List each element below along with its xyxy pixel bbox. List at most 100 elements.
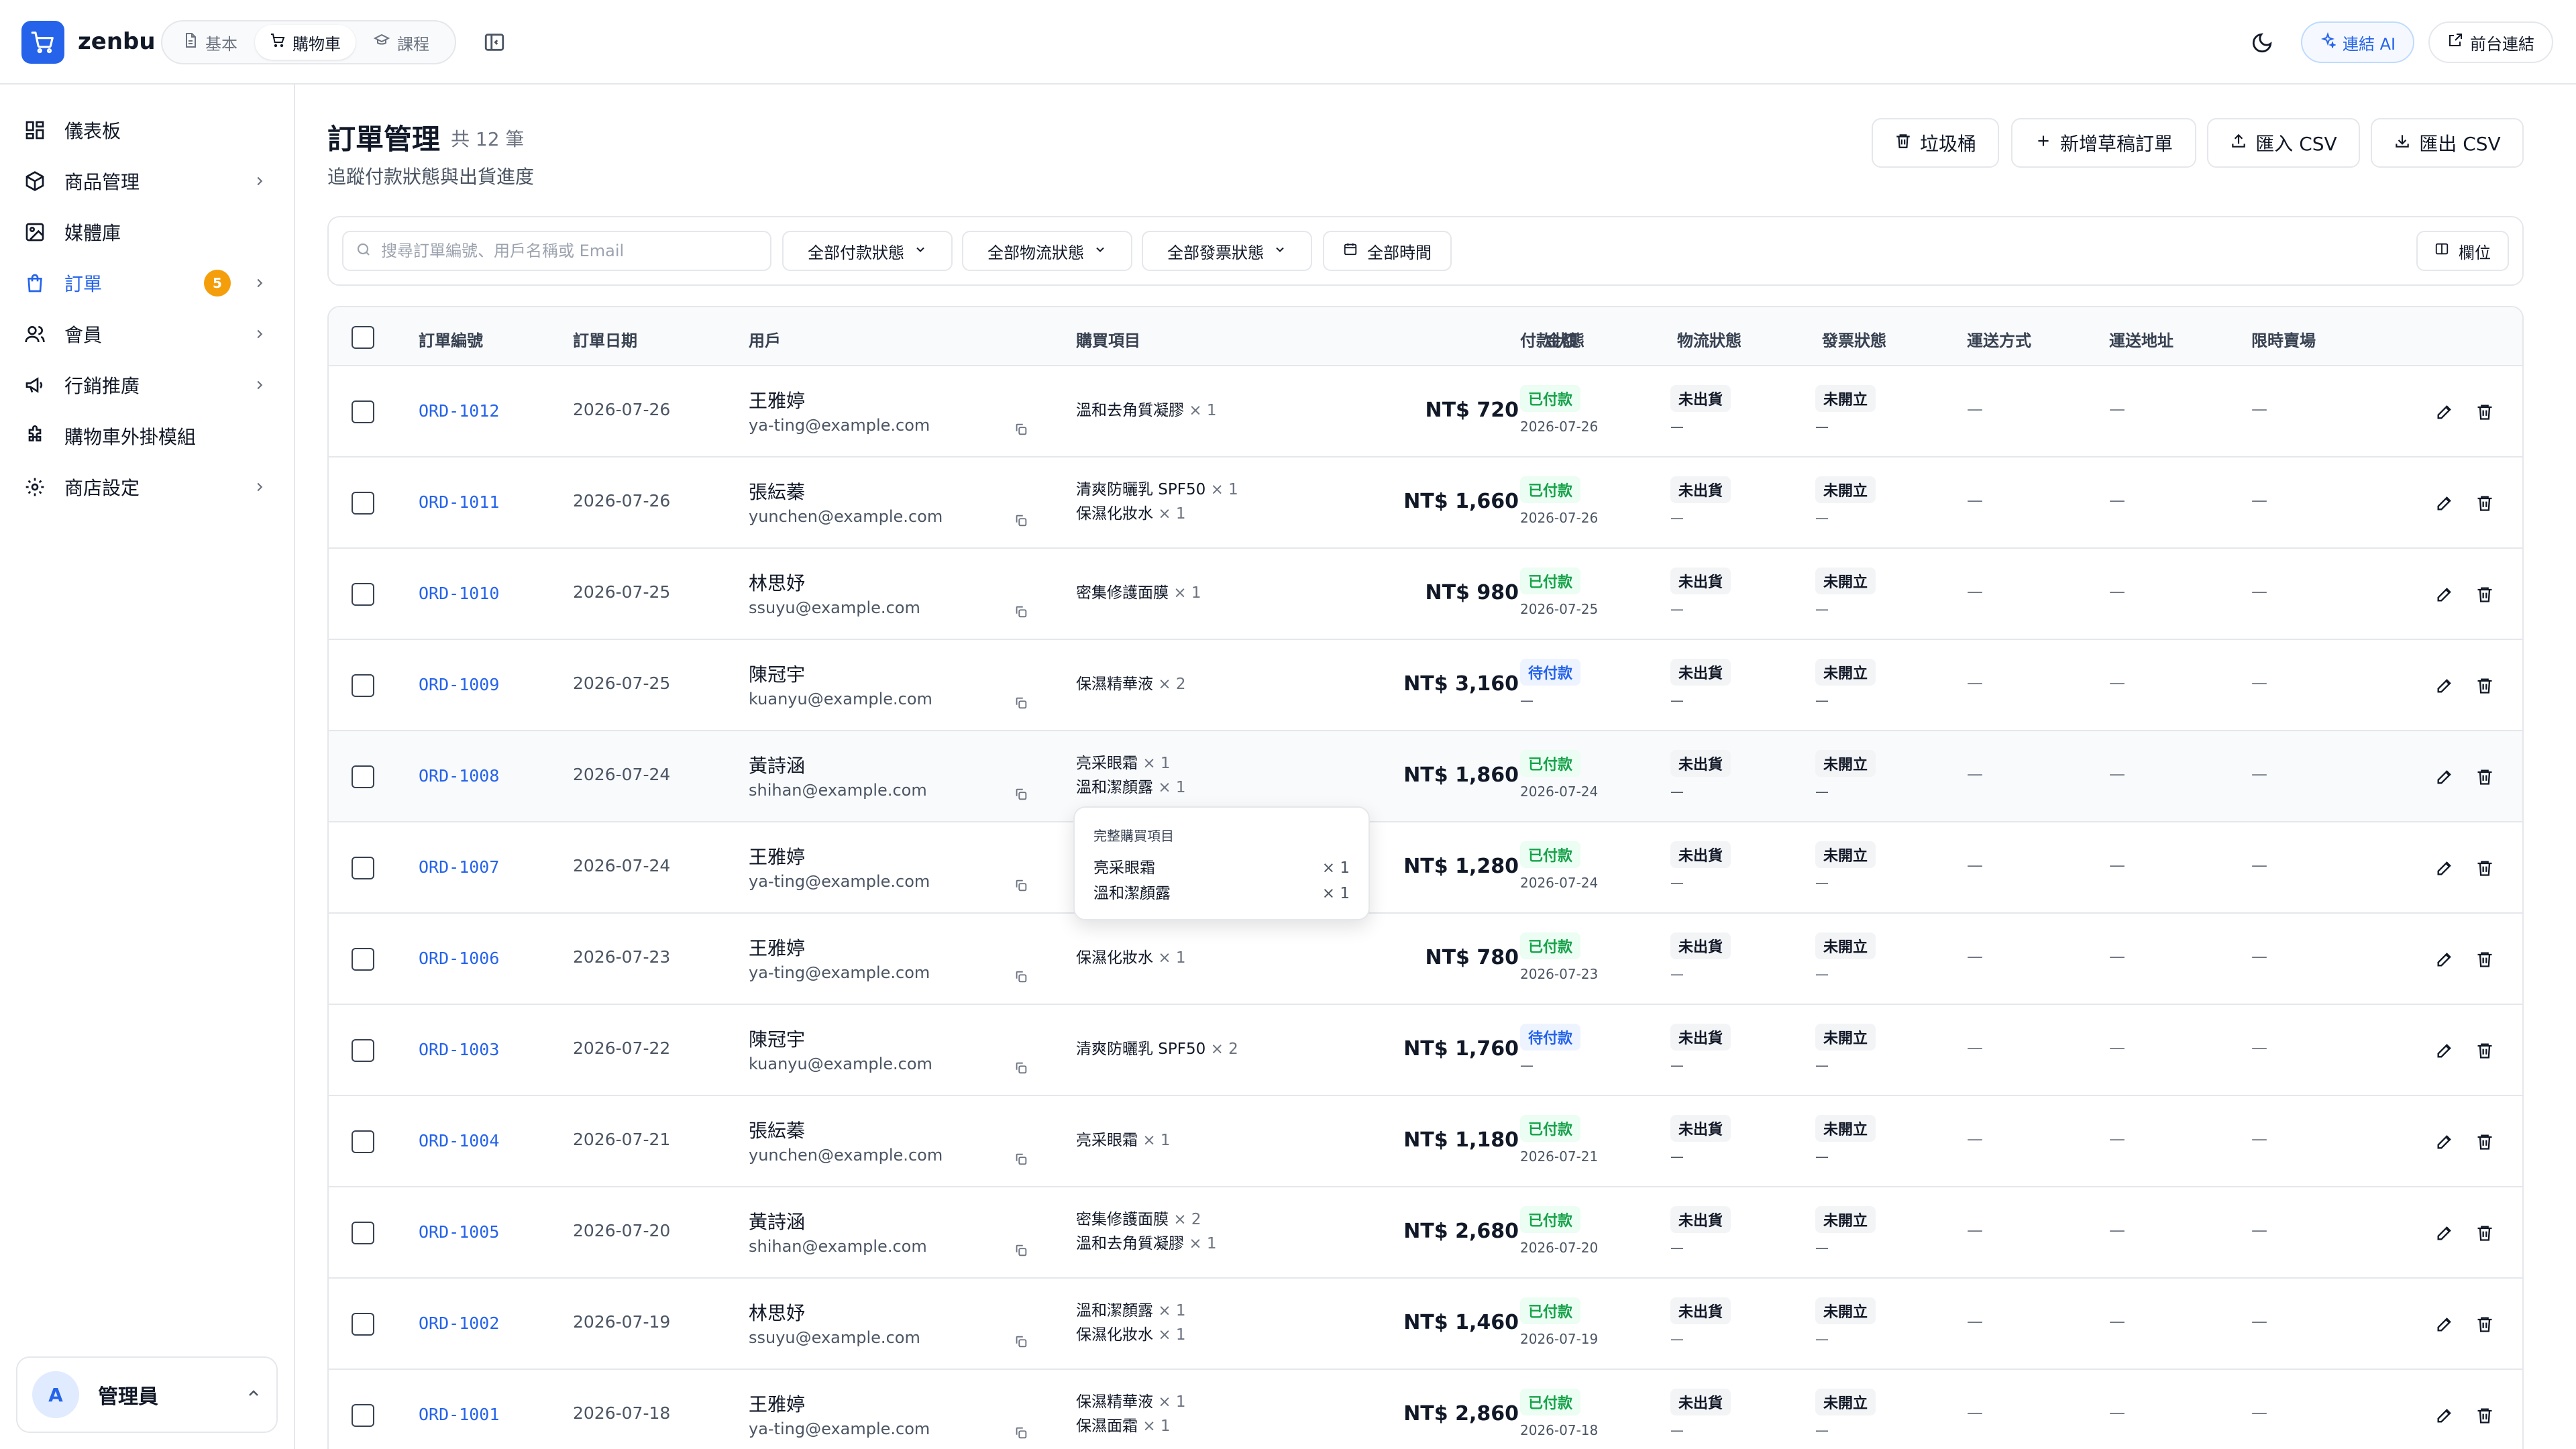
col-invoice[interactable]: 發票狀態 (1822, 327, 1886, 351)
payment-status: 已付款 2026-07-26 (1520, 385, 1598, 435)
order-id-link: ORD-1009 (419, 675, 500, 694)
sidebar-item-dashboard[interactable]: 儀表板 (21, 109, 270, 152)
order-amount: NT$ 720 (1425, 398, 1519, 422)
row-checkbox[interactable] (352, 1130, 374, 1153)
mode-course[interactable]: 課程 (358, 25, 444, 60)
copy-icon[interactable] (1008, 690, 1034, 716)
delete-icon[interactable] (2471, 1037, 2498, 1064)
search-input[interactable] (381, 241, 757, 260)
row-checkbox[interactable] (352, 492, 374, 515)
edit-icon[interactable] (2431, 1037, 2458, 1064)
col-items[interactable]: 購買項目 (1076, 327, 1140, 351)
sidebar-toggle-icon[interactable] (480, 28, 508, 56)
copy-icon[interactable] (1008, 781, 1034, 808)
trash-button[interactable]: 垃圾桶 (1872, 118, 1999, 168)
delete-icon[interactable] (2471, 946, 2498, 973)
edit-icon[interactable] (2431, 1128, 2458, 1155)
import-csv-button[interactable]: 匯入 CSV (2207, 118, 2360, 168)
delete-icon[interactable] (2471, 763, 2498, 790)
edit-icon[interactable] (2431, 763, 2458, 790)
select-all-checkbox[interactable] (352, 326, 374, 349)
order-id-link: ORD-1007 (419, 857, 500, 877)
copy-icon[interactable] (1008, 598, 1034, 625)
row-checkbox[interactable] (352, 583, 374, 606)
invoice-status-filter[interactable]: 全部發票狀態 (1142, 231, 1312, 271)
edit-icon[interactable] (2431, 855, 2458, 881)
frontend-link-button[interactable]: 前台連結 (2428, 21, 2553, 63)
row-checkbox[interactable] (352, 674, 374, 697)
dark-mode-icon[interactable] (2246, 27, 2278, 59)
row-checkbox[interactable] (352, 400, 374, 423)
invoice-sub: — (1815, 1331, 1829, 1347)
delete-icon[interactable] (2471, 1128, 2498, 1155)
col-flash-sale[interactable]: 限時賣場 (2251, 327, 2316, 351)
sidebar-item-store-settings[interactable]: 商店設定 (21, 466, 270, 508)
connect-ai-button[interactable]: 連結 AI (2301, 21, 2415, 63)
calendar-icon (1343, 241, 1358, 260)
row-checkbox[interactable] (352, 948, 374, 971)
delete-icon[interactable] (2471, 855, 2498, 881)
filter-label: 全部物流狀態 (987, 243, 1084, 262)
copy-icon[interactable] (1008, 416, 1034, 443)
popover-item-qty: × 1 (1322, 885, 1350, 902)
row-checkbox[interactable] (352, 1313, 374, 1336)
chevron-right-icon (250, 477, 270, 497)
copy-icon[interactable] (1008, 963, 1034, 990)
time-filter[interactable]: 全部時間 (1323, 231, 1452, 271)
sidebar-item-cart-plugins[interactable]: 購物車外掛模組 (21, 415, 270, 458)
delete-icon[interactable] (2471, 490, 2498, 517)
copy-icon[interactable] (1008, 1237, 1034, 1264)
edit-icon[interactable] (2431, 946, 2458, 973)
edit-icon[interactable] (2431, 1311, 2458, 1338)
edit-icon[interactable] (2431, 581, 2458, 608)
ship-method: — (1967, 491, 1983, 510)
mode-basic[interactable]: 基本 (168, 25, 252, 60)
col-payment[interactable]: 付款狀態 (1520, 327, 1585, 351)
columns-button[interactable]: 欄位 (2416, 231, 2509, 271)
row-checkbox[interactable] (352, 857, 374, 879)
shipping-badge: 未出貨 (1670, 659, 1731, 686)
copy-icon[interactable] (1008, 507, 1034, 534)
sidebar-item-products[interactable]: 商品管理 (21, 160, 270, 203)
row-checkbox[interactable] (352, 765, 374, 788)
copy-icon[interactable] (1008, 1419, 1034, 1446)
row-checkbox[interactable] (352, 1222, 374, 1244)
user-menu[interactable]: A 管理員 (16, 1356, 278, 1433)
copy-icon[interactable] (1008, 1055, 1034, 1081)
col-ship-address[interactable]: 運送地址 (2109, 327, 2174, 351)
row-checkbox[interactable] (352, 1404, 374, 1427)
new-draft-order-button[interactable]: 新增草稿訂單 (2011, 118, 2196, 168)
export-csv-button[interactable]: 匯出 CSV (2371, 118, 2524, 168)
orders-count-badge: 5 (204, 270, 231, 297)
delete-icon[interactable] (2471, 1402, 2498, 1429)
sidebar-item-orders[interactable]: 訂單 5 (21, 262, 270, 305)
copy-icon[interactable] (1008, 1328, 1034, 1355)
delete-icon[interactable] (2471, 1220, 2498, 1246)
col-order-no[interactable]: 訂單編號 (419, 327, 483, 351)
sidebar-item-members[interactable]: 會員 (21, 313, 270, 356)
payment-status-filter[interactable]: 全部付款狀態 (782, 231, 953, 271)
edit-icon[interactable] (2431, 672, 2458, 699)
edit-icon[interactable] (2431, 490, 2458, 517)
shipping-badge: 未出貨 (1670, 932, 1731, 959)
mode-cart[interactable]: 購物車 (255, 25, 356, 60)
delete-icon[interactable] (2471, 581, 2498, 608)
row-checkbox[interactable] (352, 1039, 374, 1062)
delete-icon[interactable] (2471, 672, 2498, 699)
edit-icon[interactable] (2431, 1402, 2458, 1429)
delete-icon[interactable] (2471, 398, 2498, 425)
delete-icon[interactable] (2471, 1311, 2498, 1338)
sidebar-item-marketing[interactable]: 行銷推廣 (21, 364, 270, 407)
edit-icon[interactable] (2431, 1220, 2458, 1246)
col-user[interactable]: 用戶 (749, 327, 781, 351)
shipping-status-filter[interactable]: 全部物流狀態 (962, 231, 1132, 271)
copy-icon[interactable] (1008, 872, 1034, 899)
copy-icon[interactable] (1008, 1146, 1034, 1173)
col-ship-method[interactable]: 運送方式 (1967, 327, 2031, 351)
col-shipping[interactable]: 物流狀態 (1677, 327, 1741, 351)
sidebar-item-media[interactable]: 媒體庫 (21, 211, 270, 254)
ship-method: — (1967, 947, 1983, 966)
col-order-date[interactable]: 訂單日期 (573, 327, 637, 351)
edit-icon[interactable] (2431, 398, 2458, 425)
logo-cart-icon[interactable] (21, 21, 64, 64)
